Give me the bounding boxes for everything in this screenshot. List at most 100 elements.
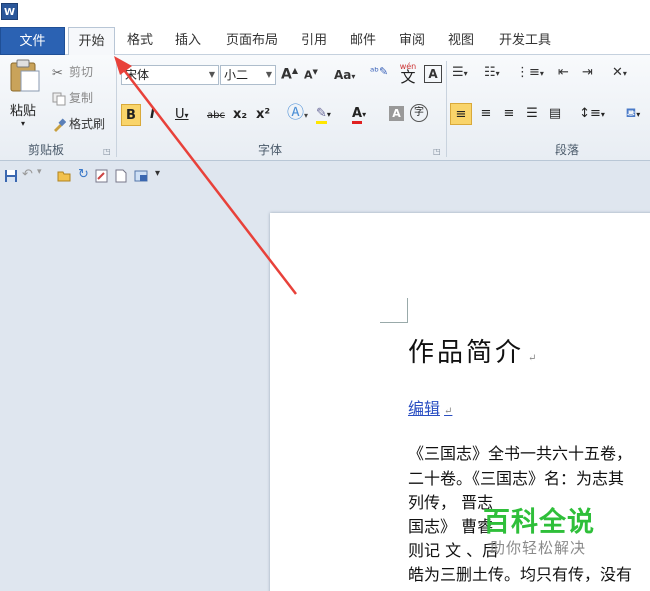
tab-insert[interactable]: 插入 (168, 27, 208, 55)
tab-review[interactable]: 审阅 (392, 27, 432, 55)
format-painter-button[interactable]: 格式刷 (52, 115, 105, 132)
cut-button[interactable]: ✂ 剪切 (52, 63, 94, 81)
font-color-glyph: A (352, 106, 363, 124)
shading-button[interactable]: ⛾▾ (618, 103, 648, 125)
font-color-button[interactable]: A▾ (352, 103, 366, 125)
body-text-line[interactable]: 二十卷。《三国志》名：为志其 (408, 465, 624, 489)
font-size-select[interactable]: 小二 ▼ (220, 65, 276, 85)
copy-button[interactable]: 复制 (52, 89, 93, 106)
bold-button[interactable]: B (121, 104, 141, 126)
chevron-down-icon: ▼ (265, 70, 272, 79)
save-icon[interactable] (4, 169, 18, 183)
font-launcher-icon[interactable]: ◳ (433, 147, 441, 156)
tab-format[interactable]: 格式 (120, 27, 160, 55)
increase-indent-button[interactable]: ⇥ (582, 65, 593, 80)
chevron-down-icon: ▾ (21, 119, 26, 128)
copy-icon (52, 92, 66, 105)
align-left-button[interactable]: ≡ (450, 103, 472, 125)
align-right-icon: ≡ (503, 106, 515, 121)
grow-font-glyph: A (281, 66, 292, 83)
document-heading[interactable]: 作品简介 ↵ (408, 332, 536, 369)
tab-view[interactable]: 视图 (441, 27, 481, 55)
tab-mailings[interactable]: 邮件 (343, 27, 383, 55)
grow-font-button[interactable]: A▲ (281, 66, 298, 83)
paste-button[interactable]: 粘贴 ▾ (6, 59, 44, 131)
multilevel-list-icon: ⋮≡ (516, 65, 540, 80)
undo-icon[interactable]: ↶ (22, 167, 36, 182)
paragraph-mark-icon: ↵ (444, 406, 453, 417)
numbering-button[interactable]: ☷▾ (484, 65, 500, 80)
align-left-icon: ≡ (455, 107, 467, 122)
font-family-value: 宋体 (125, 68, 150, 82)
chevron-down-icon[interactable]: ▾ (37, 167, 51, 181)
paint-bucket-icon: ⛾ (625, 106, 637, 121)
bullets-button[interactable]: ☰▾ (452, 65, 468, 80)
body-text-line[interactable]: 《三国志》全书一共六十五卷， (408, 440, 632, 464)
clipboard-launcher-icon[interactable]: ◳ (103, 147, 111, 156)
multilevel-list-button[interactable]: ⋮≡▾ (516, 65, 544, 80)
chinese-layout-icon: ✕ (612, 65, 623, 80)
line-spacing-button[interactable]: ↕≡▾ (577, 103, 607, 125)
decrease-indent-button[interactable]: ⇤ (558, 65, 569, 80)
font-size-value: 小二 (224, 68, 249, 82)
underline-button[interactable]: U▾ (175, 104, 189, 126)
tab-developer[interactable]: 开发工具 (490, 27, 560, 55)
tab-references[interactable]: 引用 (294, 27, 334, 55)
customize-toolbar-icon[interactable]: ▾ (155, 168, 169, 182)
text-effects-button[interactable]: Ⓐ▾ (287, 102, 308, 124)
screenshot-icon[interactable] (134, 169, 148, 183)
justify-button[interactable]: ☰ (522, 103, 542, 125)
brush-icon (54, 117, 66, 132)
body-text-line[interactable]: 列传， 晋志 (408, 489, 493, 513)
edit-link[interactable]: 编辑 ↵ (408, 395, 452, 419)
change-case-button[interactable]: Aa▾ (334, 68, 355, 82)
scissors-icon: ✂ (52, 65, 63, 81)
title-bar: W (0, 0, 650, 27)
tab-home[interactable]: 开始 (68, 27, 115, 56)
distributed-button[interactable]: ▤ (545, 103, 565, 125)
font-family-select[interactable]: 宋体 ▼ (121, 65, 219, 85)
ribbon-tab-bar: 文件 开始 格式 插入 页面布局 引用 邮件 审阅 视图 开发工具 (0, 27, 650, 56)
strikethrough-button[interactable]: abc (207, 105, 225, 127)
body-text-line[interactable]: 皓为三删土传。均只有传，没有 (408, 561, 632, 585)
phonetic-guide-button[interactable]: wén 文 (397, 61, 419, 86)
redo-icon[interactable]: ↻ (78, 167, 92, 182)
copy-label: 复制 (69, 91, 94, 105)
font-group-label: 字体 (258, 143, 283, 157)
print-preview-icon[interactable] (95, 169, 109, 183)
document-heading-text: 作品简介 (408, 338, 525, 368)
superscript-button[interactable]: x² (256, 104, 270, 126)
clear-format-button[interactable]: ᵃᵇ✎ (370, 65, 388, 78)
numbered-list-icon: ☷ (484, 65, 496, 80)
align-center-icon: ≡ (480, 106, 492, 121)
chinese-layout-button[interactable]: ✕▾ (612, 65, 627, 80)
align-right-button[interactable]: ≡ (499, 103, 519, 125)
phonetic-guide-char: 文 (400, 68, 416, 86)
group-divider (116, 61, 117, 157)
indent-icon: ⇥ (582, 65, 593, 80)
clipboard-group-label: 剪贴板 (28, 143, 65, 157)
italic-button[interactable]: I (150, 104, 155, 126)
open-folder-icon[interactable] (57, 169, 71, 183)
cut-label: 剪切 (69, 65, 94, 79)
char-border-button[interactable]: A (424, 65, 442, 83)
tab-file[interactable]: 文件 (0, 27, 65, 55)
justify-icon: ☰ (526, 106, 538, 121)
new-document-icon[interactable] (114, 169, 128, 183)
bullet-list-icon: ☰ (452, 65, 464, 80)
align-center-button[interactable]: ≡ (476, 103, 496, 125)
body-text-line[interactable]: 国志》 曹睿 (408, 513, 493, 537)
paste-label: 粘贴 (10, 104, 37, 119)
char-shading-button[interactable]: A (389, 106, 404, 121)
edit-link-text: 编辑 (408, 399, 441, 418)
outdent-icon: ⇤ (558, 65, 569, 80)
enclose-char-button[interactable]: 字 (410, 104, 428, 122)
highlight-button[interactable]: ✎▾ (316, 103, 331, 125)
shrink-font-button[interactable]: A▼ (304, 68, 318, 82)
tab-page-layout[interactable]: 页面布局 (218, 27, 286, 55)
body-text-line[interactable]: 则记 文 、后 (408, 537, 498, 561)
word-app-icon[interactable]: W (1, 3, 18, 20)
subscript-button[interactable]: x₂ (233, 104, 247, 126)
underline-glyph: U (175, 107, 185, 122)
shrink-font-glyph: A (304, 68, 313, 82)
